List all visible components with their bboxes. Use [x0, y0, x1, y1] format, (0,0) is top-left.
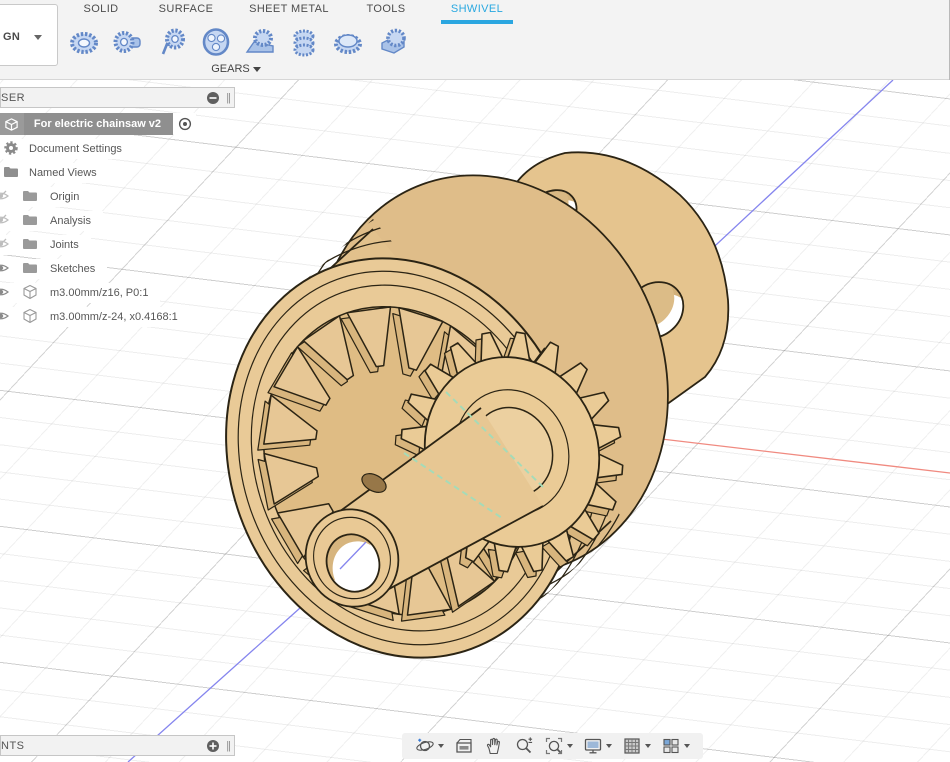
- viewports-icon: [663, 738, 679, 754]
- fit-button[interactable]: [539, 733, 578, 759]
- pan-hand-icon: [486, 737, 500, 755]
- body-cube-icon: [22, 308, 38, 327]
- gear-on-block-icon[interactable]: [374, 23, 410, 60]
- gear-crank-icon[interactable]: [154, 23, 190, 60]
- folder-icon: [22, 236, 38, 255]
- visibility-on-icon[interactable]: [0, 260, 9, 279]
- workspace-selector[interactable]: GN: [0, 4, 58, 66]
- grid-display-button[interactable]: [617, 733, 656, 759]
- folder-icon: [3, 164, 19, 183]
- rack-and-pinion-icon[interactable]: [242, 23, 278, 60]
- orbit-button[interactable]: [410, 733, 449, 759]
- browser-item-joints[interactable]: Joints: [0, 235, 91, 255]
- look-at-button[interactable]: [449, 733, 479, 759]
- root-component-label[interactable]: For electric chainsaw v2: [23, 113, 174, 135]
- browser-item-analysis[interactable]: Analysis: [0, 211, 103, 231]
- browser-root-row[interactable]: For electric chainsaw v2: [0, 113, 196, 135]
- browser-item-body-z24[interactable]: m3.00mm/z-24, x0.4168:1: [0, 307, 190, 327]
- visibility-off-icon[interactable]: [0, 212, 9, 231]
- gears-tool-row: [66, 23, 410, 60]
- active-tab-underline: [441, 20, 513, 24]
- visibility-off-icon[interactable]: [0, 236, 9, 255]
- visibility-off-icon[interactable]: [0, 188, 9, 207]
- chevron-down-icon: [252, 67, 261, 72]
- pan-button[interactable]: [479, 733, 509, 759]
- chevron-down-icon[interactable]: [684, 744, 690, 748]
- folder-icon: [22, 260, 38, 279]
- activate-component-radio[interactable]: [174, 113, 196, 135]
- wheel-pulley-icon[interactable]: [198, 23, 234, 60]
- zoom-icon: [516, 737, 533, 754]
- worm-gear-icon[interactable]: [286, 23, 322, 60]
- browser-header-label: SER: [1, 91, 26, 104]
- comments-header[interactable]: NTS ||: [0, 735, 235, 756]
- bevel-gear-icon[interactable]: [330, 23, 366, 60]
- look-at-icon: [456, 738, 472, 753]
- comments-panel: NTS ||: [0, 735, 235, 756]
- browser-item-origin[interactable]: Origin: [0, 187, 92, 207]
- body-cube-icon: [22, 284, 38, 303]
- tab-shwivel[interactable]: SHWIVEL: [451, 3, 503, 15]
- navigation-toolbar: [402, 733, 703, 759]
- gear-icon: [3, 140, 19, 159]
- tab-solid[interactable]: SOLID: [83, 3, 118, 15]
- collapse-panel-icon[interactable]: [206, 91, 220, 105]
- folder-icon: [22, 212, 38, 231]
- tab-surface[interactable]: SURFACE: [159, 3, 214, 15]
- orbit-icon: [416, 738, 434, 752]
- browser-panel: SER || For electric chainsaw v2 Document…: [0, 87, 235, 327]
- panel-grip-handle[interactable]: ||: [226, 92, 231, 104]
- zoom-button[interactable]: [509, 733, 539, 759]
- chevron-down-icon[interactable]: [567, 744, 573, 748]
- gear-with-hub-icon[interactable]: [110, 23, 146, 60]
- grid-icon: [624, 738, 640, 754]
- visibility-on-icon[interactable]: [0, 284, 9, 303]
- visibility-on-icon[interactable]: [0, 308, 9, 327]
- tab-tools[interactable]: TOOLS: [366, 3, 405, 15]
- viewports-button[interactable]: [656, 733, 695, 759]
- fusion-window: GN SOLID SURFACE SHEET METAL TOOLS SHWIV…: [0, 0, 950, 762]
- tab-sheet-metal[interactable]: SHEET METAL: [249, 3, 329, 15]
- browser-header[interactable]: SER ||: [0, 87, 235, 108]
- component-icon: [0, 113, 24, 135]
- display-settings-icon: [584, 738, 602, 754]
- chevron-down-icon[interactable]: [438, 744, 444, 748]
- workspace-label: GN: [3, 31, 21, 43]
- browser-item-sketches[interactable]: Sketches: [0, 259, 108, 279]
- chevron-down-icon[interactable]: [606, 744, 612, 748]
- folder-icon: [22, 188, 38, 207]
- fit-icon: [545, 737, 563, 755]
- browser-item-body-z16[interactable]: m3.00mm/z16, P0:1: [0, 283, 161, 303]
- chevron-down-icon: [34, 35, 42, 40]
- browser-item-document-settings[interactable]: Document Settings: [0, 139, 134, 159]
- ribbon: GN SOLID SURFACE SHEET METAL TOOLS SHWIV…: [0, 0, 949, 80]
- panel-grip-handle[interactable]: ||: [226, 740, 231, 752]
- bevel-ring-gear-icon[interactable]: [66, 23, 102, 60]
- browser-item-named-views[interactable]: Named Views: [0, 163, 109, 183]
- display-settings-button[interactable]: [578, 733, 617, 759]
- comments-header-label: NTS: [1, 739, 25, 752]
- gears-group-label[interactable]: GEARS: [196, 63, 276, 75]
- expand-panel-icon[interactable]: [206, 739, 220, 753]
- chevron-down-icon[interactable]: [645, 744, 651, 748]
